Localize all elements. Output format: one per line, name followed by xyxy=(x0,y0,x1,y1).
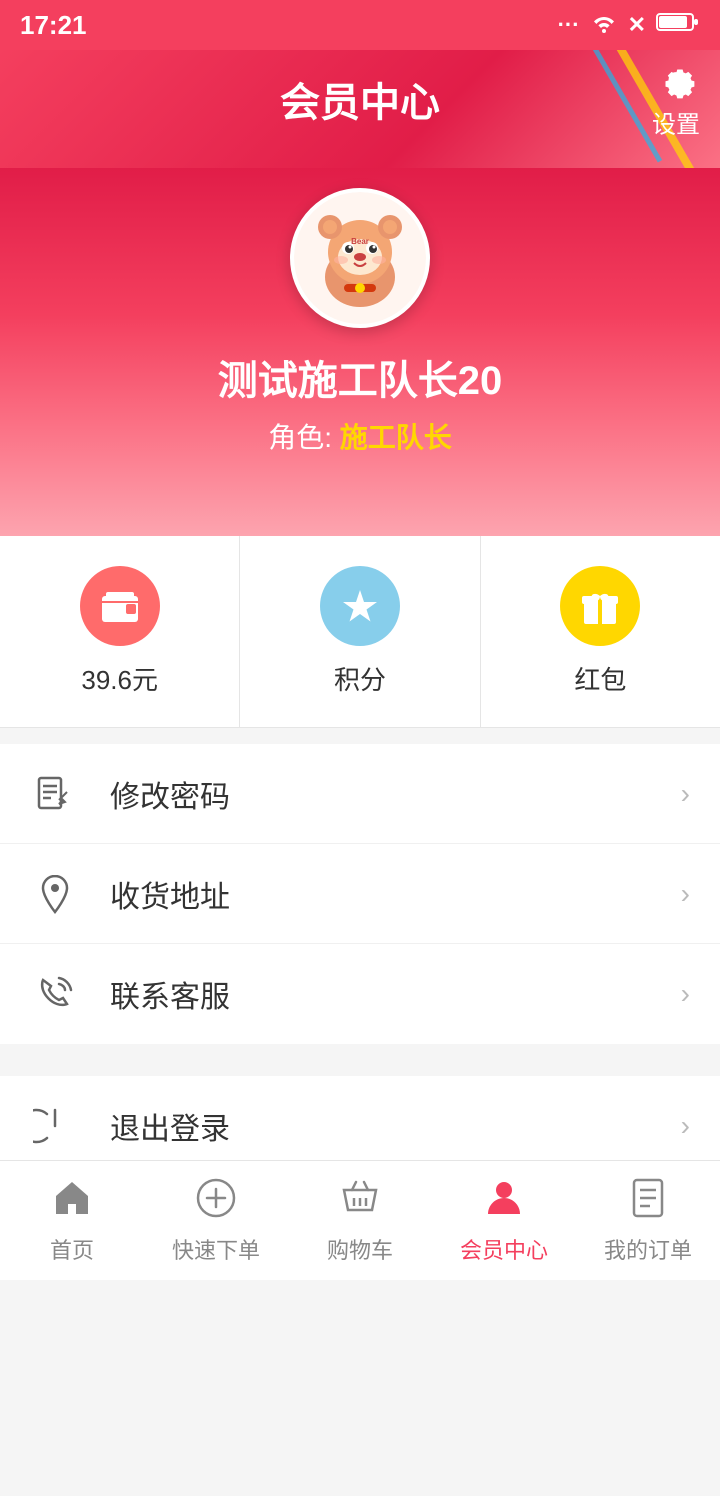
gift-icon-bg xyxy=(560,566,640,646)
menu-text-shipping-address: 收货地址 xyxy=(110,872,681,916)
basket-icon xyxy=(338,1176,382,1227)
bottom-nav: 首页 快速下单 购物车 xyxy=(0,1160,720,1280)
wallet-icon xyxy=(98,584,142,628)
stat-points-label: 积分 xyxy=(334,660,386,697)
document-icon xyxy=(626,1176,670,1227)
wallet-icon-bg xyxy=(80,566,160,646)
role-prefix: 角色: xyxy=(268,422,340,453)
menu-item-change-password[interactable]: 修改密码 › xyxy=(0,744,720,844)
settings-button[interactable]: 设置 xyxy=(652,59,700,140)
nav-quick-order-label: 快速下单 xyxy=(172,1233,260,1265)
nav-cart[interactable]: 购物车 xyxy=(288,1161,432,1280)
battery-icon xyxy=(656,11,700,39)
stat-redpacket[interactable]: 红包 xyxy=(481,536,720,727)
nav-my-orders[interactable]: 我的订单 xyxy=(576,1161,720,1280)
signal-icon: ··· xyxy=(558,12,580,38)
page-title: 会员中心 xyxy=(280,70,440,128)
nav-home[interactable]: 首页 xyxy=(0,1161,144,1280)
stat-redpacket-label: 红包 xyxy=(574,660,626,697)
status-time: 17:21 xyxy=(20,10,87,41)
nav-member[interactable]: 会员中心 xyxy=(432,1161,576,1280)
close-icon: ✕ xyxy=(628,12,646,38)
menu-text-logout: 退出登录 xyxy=(110,1104,681,1148)
stat-wallet[interactable]: 39.6元 xyxy=(0,536,240,727)
nav-cart-label: 购物车 xyxy=(327,1233,393,1265)
menu-separator xyxy=(0,1044,720,1060)
nav-my-orders-label: 我的订单 xyxy=(604,1233,692,1265)
avatar-container: Bear xyxy=(0,168,720,328)
role-value: 施工队长 xyxy=(340,422,452,453)
edit-icon xyxy=(30,769,80,819)
username: 测试施工队长20 xyxy=(0,348,720,406)
stat-points[interactable]: 积分 xyxy=(240,536,480,727)
status-icons: ··· ✕ xyxy=(558,11,700,39)
status-bar: 17:21 ··· ✕ xyxy=(0,0,720,50)
role-row: 角色: 施工队长 xyxy=(0,416,720,456)
nav-home-label: 首页 xyxy=(50,1233,94,1265)
header: 会员中心 设置 xyxy=(0,50,720,168)
svg-text:Bear: Bear xyxy=(351,237,369,246)
avatar-image: Bear xyxy=(294,192,426,324)
plus-circle-icon xyxy=(194,1176,238,1227)
home-icon xyxy=(50,1176,94,1227)
star-icon-bg xyxy=(320,566,400,646)
person-icon xyxy=(482,1176,526,1227)
arrow-icon-contact-service: › xyxy=(681,978,690,1010)
location-icon xyxy=(30,869,80,919)
menu-text-contact-service: 联系客服 xyxy=(110,972,681,1016)
header-title-row: 会员中心 设置 xyxy=(0,60,720,138)
settings-label: 设置 xyxy=(652,105,700,140)
nav-quick-order[interactable]: 快速下单 xyxy=(144,1161,288,1280)
bottom-spacer xyxy=(0,1376,720,1496)
profile-section: Bear 测试施工队长20 角色: 施工队长 xyxy=(0,168,720,536)
arrow-icon-shipping-address: › xyxy=(681,878,690,910)
stat-wallet-value: 39.6元 xyxy=(81,660,158,697)
stats-row: 39.6元 积分 红包 xyxy=(0,536,720,728)
avatar: Bear xyxy=(290,188,430,328)
gift-icon xyxy=(578,584,622,628)
star-icon xyxy=(338,584,382,628)
phone-icon xyxy=(30,969,80,1019)
menu-item-contact-service[interactable]: 联系客服 › xyxy=(0,944,720,1044)
menu-item-shipping-address[interactable]: 收货地址 › xyxy=(0,844,720,944)
wifi-icon xyxy=(590,11,618,39)
menu-text-change-password: 修改密码 xyxy=(110,772,681,816)
arrow-icon-logout: › xyxy=(681,1110,690,1142)
gear-icon xyxy=(655,59,697,101)
power-icon xyxy=(30,1101,80,1151)
menu-section-1: 修改密码 › 收货地址 › 联系客服 › xyxy=(0,744,720,1044)
arrow-icon-change-password: › xyxy=(681,778,690,810)
nav-member-label: 会员中心 xyxy=(460,1233,548,1265)
